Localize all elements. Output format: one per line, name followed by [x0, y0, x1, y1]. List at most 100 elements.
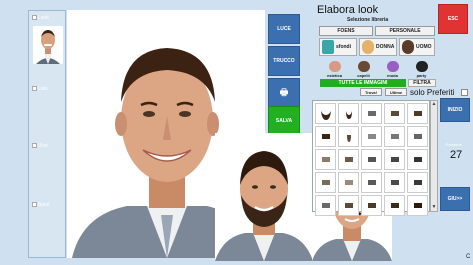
preferiti-checkbox[interactable]: [461, 89, 468, 96]
grid-item-moustache[interactable]: [361, 195, 382, 216]
category-label: sfondi: [336, 44, 351, 50]
esc-label: ESC: [447, 16, 459, 22]
trova-label: Trova!: [364, 89, 377, 95]
grid-item-moustache[interactable]: [384, 195, 405, 216]
items-count-label: Elementi: [446, 142, 462, 147]
grid-item-moustache[interactable]: [315, 149, 336, 170]
thumbnail-face[interactable]: [33, 26, 63, 64]
moustache-icon: [413, 111, 422, 116]
grid-item-goatee[interactable]: [338, 103, 359, 124]
moustache-icon: [390, 134, 399, 139]
esc-button[interactable]: ESC: [438, 4, 468, 34]
category-donna[interactable]: DONNA: [359, 38, 397, 56]
grid-item-beard[interactable]: [315, 103, 336, 124]
tab-foens[interactable]: FOENS: [319, 26, 373, 36]
subcategory-label: capelli: [357, 73, 370, 78]
salva-button[interactable]: SALVA: [268, 106, 300, 136]
grid-item-moustache[interactable]: [315, 172, 336, 193]
grid-item-moustache[interactable]: [361, 149, 382, 170]
items-count: 27: [450, 149, 463, 161]
luce-label: LUCE: [277, 26, 291, 32]
moustache-icon: [367, 157, 376, 162]
grid-item-moustache[interactable]: [407, 126, 428, 147]
grid-scrollbar[interactable]: ▲ ▼: [430, 100, 438, 212]
item-grid: [312, 100, 430, 216]
scroll-up-icon[interactable]: ▲: [431, 101, 437, 108]
grid-item-moustache[interactable]: [315, 195, 336, 216]
grid-item-moustache[interactable]: [361, 103, 382, 124]
grid-item-moustache[interactable]: [407, 172, 428, 193]
slot-base[interactable]: Base: [32, 202, 64, 208]
slot-lato[interactable]: Lato: [32, 86, 64, 92]
subcategory-capelli[interactable]: capelli: [350, 58, 377, 78]
party-mask-icon: [415, 61, 428, 72]
grid-item-moustache[interactable]: [384, 126, 405, 147]
moustache-icon: [413, 134, 422, 139]
moustache-icon: [321, 157, 330, 162]
slot-label: Viso: [38, 143, 48, 149]
subcategory-label: estetica: [327, 73, 342, 78]
subcategory-party[interactable]: party: [408, 58, 435, 78]
grid-item-moustache[interactable]: [361, 126, 382, 147]
moustache-icon: [390, 157, 399, 162]
moustache-icon: [367, 111, 376, 116]
moustache-icon: [390, 203, 399, 208]
moustache-icon: [367, 180, 376, 185]
estetica-icon: [328, 61, 341, 72]
sfondi-icon: [322, 40, 334, 54]
grid-item-moustache[interactable]: [384, 103, 405, 124]
category-sfondi[interactable]: sfondi: [319, 38, 357, 56]
grid-item-moustache[interactable]: [338, 149, 359, 170]
category-label: UOMO: [416, 44, 432, 50]
tab-foens-label: FOENS: [337, 28, 355, 34]
grid-item-moustache[interactable]: [338, 172, 359, 193]
subcategory-moda[interactable]: moda: [379, 58, 406, 78]
inizio-button[interactable]: INIZIO: [440, 98, 470, 122]
capelli-icon: [357, 61, 370, 72]
next-page-button[interactable]: GIU>>: [440, 187, 470, 211]
grid-item-moustache[interactable]: [407, 149, 428, 170]
luce-button[interactable]: LUCE: [268, 14, 300, 44]
category-label: DONNA: [376, 44, 395, 50]
slot-checkbox[interactable]: [32, 86, 37, 92]
moustache-icon: [321, 180, 330, 185]
slot-checkbox[interactable]: [32, 143, 37, 149]
trova-button[interactable]: Trova!: [360, 88, 382, 96]
scroll-down-icon[interactable]: ▼: [431, 204, 437, 211]
ultime-label: Ultime: [389, 89, 403, 95]
subcategory-row: estetica capelli moda party: [319, 58, 435, 78]
print-button[interactable]: 🖶: [268, 78, 300, 108]
trucco-button[interactable]: TRUCCO: [268, 46, 300, 76]
slot-label: Look: [38, 15, 49, 21]
moustache-icon: [344, 203, 353, 208]
beard-face-image: [215, 133, 313, 261]
filtra-button[interactable]: FILTRA: [408, 79, 436, 87]
subcategory-estetica[interactable]: estetica: [321, 58, 348, 78]
inizio-label: INIZIO: [447, 107, 463, 113]
moustache-icon: [390, 180, 399, 185]
category-uomo[interactable]: UOMO: [399, 38, 435, 56]
slot-checkbox[interactable]: [32, 15, 37, 21]
ultime-button[interactable]: Ultime: [385, 88, 407, 96]
grid-item-moustache[interactable]: [407, 195, 428, 216]
grid-item-moustache[interactable]: [361, 172, 382, 193]
all-images-button[interactable]: TUTTE LE IMMAGINI: [320, 79, 406, 87]
tab-personale[interactable]: PERSONALE: [375, 26, 435, 36]
grid-item-moustache[interactable]: [384, 172, 405, 193]
slot-viso[interactable]: Viso: [32, 143, 64, 149]
grid-item-moustache[interactable]: [315, 126, 336, 147]
next-page-label: GIU>>: [447, 196, 463, 202]
preferiti-label: solo Preferiti: [410, 88, 455, 97]
grid-item-moustache[interactable]: [338, 195, 359, 216]
slot-checkbox[interactable]: [32, 202, 37, 208]
grid-item-moustache[interactable]: [407, 103, 428, 124]
moustache-icon: [321, 134, 330, 139]
grid-item-moustache[interactable]: [384, 149, 405, 170]
salva-label: SALVA: [275, 118, 293, 124]
moustache-icon: [344, 157, 353, 162]
grid-item-goatee[interactable]: [338, 126, 359, 147]
corner-label: C: [466, 254, 471, 260]
slot-look[interactable]: Look: [32, 15, 64, 21]
beard-look-photo[interactable]: [215, 133, 313, 261]
subcategory-label: party: [416, 73, 427, 78]
